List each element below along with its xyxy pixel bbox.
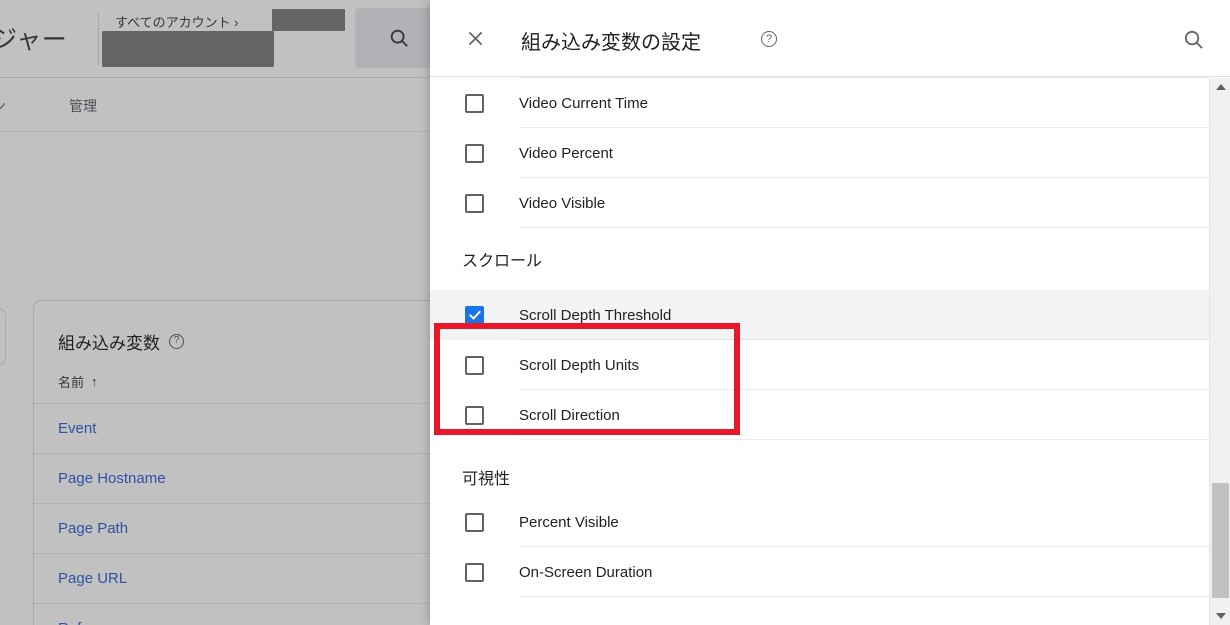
list-item-label: Scroll Direction <box>519 406 620 424</box>
variables-list: Video Current Time Video Percent Video V… <box>430 77 1209 597</box>
variable-link[interactable]: Page Hostname <box>58 470 166 487</box>
checkbox-unchecked[interactable] <box>465 143 484 163</box>
variables-list-viewport: Video Current Time Video Percent Video V… <box>430 77 1230 625</box>
help-icon[interactable]: ? <box>761 31 777 47</box>
checkbox-unchecked[interactable] <box>465 512 484 532</box>
variable-link[interactable]: Referrer <box>58 620 113 625</box>
list-item[interactable]: Scroll Direction <box>430 390 1209 440</box>
triangle-up-icon[interactable] <box>1210 78 1230 96</box>
checkbox-unchecked[interactable] <box>465 405 484 425</box>
sidebar-toggle[interactable] <box>0 308 6 366</box>
screen: ジャー すべてのアカウント › ン 管理 <box>0 0 1230 625</box>
list-item[interactable]: Percent Visible <box>430 497 1209 547</box>
group-header-visibility: 可視性 <box>462 471 511 488</box>
close-icon[interactable] <box>460 23 490 53</box>
builtin-variables-dialog: 組み込み変数の設定 ? Video Current Time Video Per… <box>430 0 1230 625</box>
search-icon <box>388 27 410 49</box>
checkbox-unchecked[interactable] <box>465 93 484 113</box>
triangle-down-icon[interactable] <box>1210 607 1230 625</box>
topbar-divider <box>98 13 99 65</box>
checkbox-checked[interactable] <box>465 305 484 325</box>
search-icon[interactable] <box>1180 26 1206 52</box>
row-separator <box>519 227 1209 228</box>
sort-ascending-icon: ↑ <box>91 373 98 389</box>
help-icon[interactable]: ? <box>169 333 184 349</box>
checkbox-unchecked[interactable] <box>465 193 484 213</box>
list-item[interactable]: Video Percent <box>430 128 1209 178</box>
app-title: ジャー <box>0 26 68 54</box>
redacted-container-name <box>102 31 274 67</box>
redacted-account-name <box>272 9 345 31</box>
group-header-scroll: スクロール <box>462 253 543 270</box>
checkbox-unchecked[interactable] <box>465 355 484 375</box>
checkbox-unchecked[interactable] <box>465 562 484 582</box>
list-item-selected[interactable]: Scroll Depth Threshold <box>430 290 1209 340</box>
column-header-label: 名前 <box>58 374 85 390</box>
list-item-label: Scroll Depth Units <box>519 356 640 374</box>
list-item[interactable]: Video Visible <box>430 178 1209 228</box>
list-item-label: Scroll Depth Threshold <box>519 306 672 324</box>
variable-link[interactable]: Page URL <box>58 570 127 587</box>
list-item[interactable]: On-Screen Duration <box>430 547 1209 597</box>
card-title: 組み込み変数 <box>58 333 160 353</box>
list-item-label: On-Screen Duration <box>519 563 653 581</box>
scrollbar-thumb[interactable] <box>1212 483 1229 598</box>
variable-link[interactable]: Page Path <box>58 520 128 537</box>
dialog-title: 組み込み変数の設定 <box>521 32 701 54</box>
list-item-label: Percent Visible <box>519 513 619 531</box>
list-item[interactable]: Video Current Time <box>430 78 1209 128</box>
tab-admin[interactable]: 管理 <box>69 96 97 116</box>
row-separator <box>519 596 1209 597</box>
list-item-label: Video Current Time <box>519 94 648 112</box>
variable-link[interactable]: Event <box>58 420 96 437</box>
row-separator <box>519 439 1209 440</box>
dialog-header: 組み込み変数の設定 ? <box>430 0 1230 77</box>
tab-partial[interactable]: ン <box>0 96 6 116</box>
dialog-scrollbar[interactable] <box>1209 78 1230 625</box>
list-item[interactable]: Scroll Depth Units <box>430 340 1209 390</box>
list-item-label: Video Visible <box>519 194 606 212</box>
list-item-label: Video Percent <box>519 144 613 162</box>
breadcrumb: すべてのアカウント › <box>115 15 239 30</box>
